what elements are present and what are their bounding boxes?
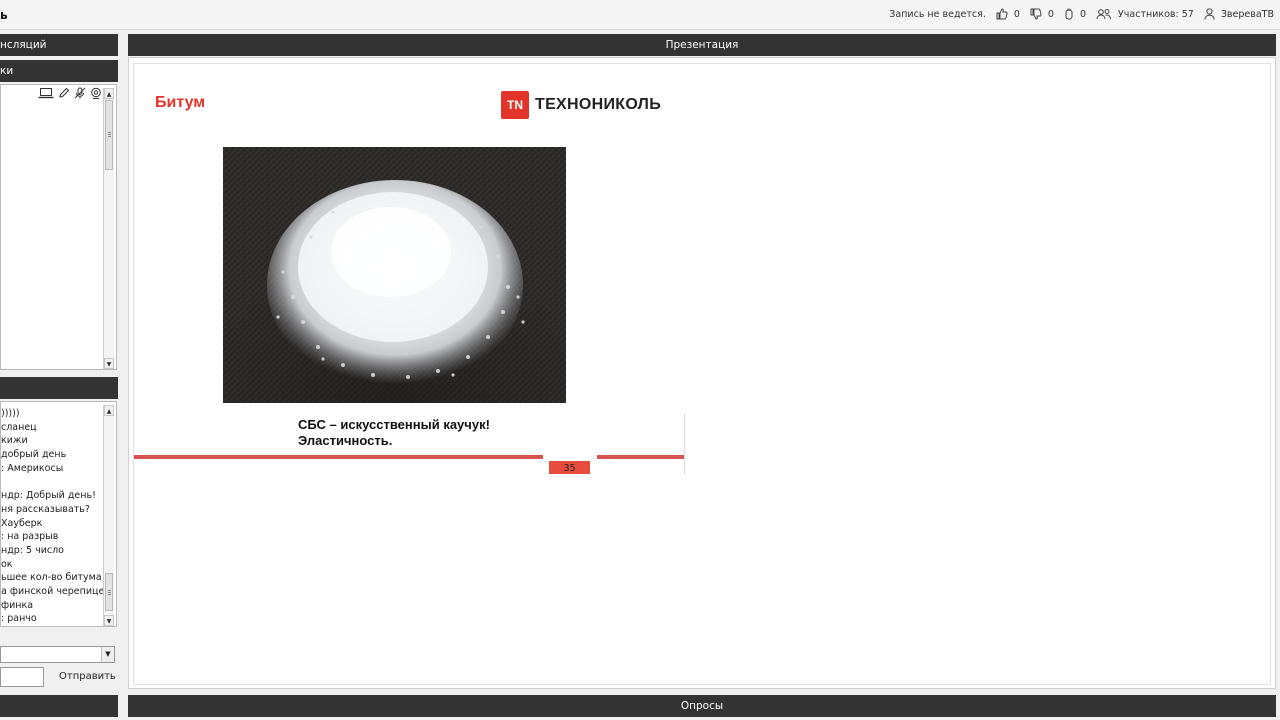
app-logo: ь: [0, 8, 8, 22]
hand-count: 0: [1079, 8, 1087, 20]
participants-counter[interactable]: Участников: 57: [1096, 8, 1194, 20]
chat-message: Хауберк: [1, 517, 43, 529]
recording-status: Запись не ведется.: [889, 8, 986, 20]
chat-message: ндр: 5 число: [1, 544, 64, 556]
like-count: 0: [1013, 8, 1020, 20]
microphone-icon[interactable]: [74, 87, 86, 99]
polls-title: Опросы: [680, 700, 724, 712]
scroll-grip: [108, 134, 111, 135]
chat-message: ))))): [1, 408, 20, 419]
dislike-counter[interactable]: 0: [1030, 8, 1054, 20]
granules-image: [223, 147, 566, 403]
slide-divider: [684, 414, 685, 474]
scroll-up-arrow[interactable]: ▲: [104, 405, 114, 416]
chat-panel: ))))) сланец кижи добрый день : Америкос…: [0, 401, 117, 627]
chat-message: ня рассказывать?: [1, 503, 90, 515]
speaker-tools: [38, 87, 102, 99]
speakers-title: ки: [0, 65, 14, 77]
speakers-scrollbar[interactable]: ▲ ▼: [103, 88, 114, 369]
slide-title: Битум: [155, 94, 206, 111]
scroll-down-arrow[interactable]: ▼: [104, 358, 114, 369]
like-counter[interactable]: 0: [996, 8, 1020, 20]
slide-photo: [223, 147, 566, 403]
chat-message: ндр: Добрый день!: [1, 490, 96, 502]
recipient-select[interactable]: ▼: [0, 646, 115, 663]
people-icon: [1096, 9, 1112, 20]
scroll-up-arrow[interactable]: ▲: [104, 88, 114, 99]
thumbs-down-icon: [1030, 8, 1042, 20]
presentation-title: Презентация: [665, 39, 739, 51]
chat-message: [1, 475, 105, 489]
caption-line-2: Эластичность.: [298, 433, 393, 448]
scroll-down-arrow[interactable]: ▼: [104, 615, 114, 626]
thumbs-up-icon: [996, 8, 1008, 20]
user-icon: [1204, 8, 1215, 20]
broadcasts-header[interactable]: нсляций: [0, 34, 118, 56]
scroll-thumb[interactable]: [105, 573, 113, 611]
user-menu[interactable]: ЗвереваТВ: [1204, 8, 1274, 20]
laptop-icon[interactable]: [38, 87, 54, 99]
session-stats: Запись не ведется. 0 0 0 Участников: 57 …: [879, 8, 1274, 20]
chat-message: финка: [1, 599, 34, 611]
chat-message: кижи: [1, 435, 28, 447]
scroll-grip: [108, 592, 111, 593]
slide-page-number: 35: [549, 461, 590, 474]
footer-line-right: [597, 455, 684, 459]
chat-message-input[interactable]: [0, 667, 44, 687]
scroll-grip: [108, 136, 111, 137]
brand-name: ТЕХНОНИКОЛЬ: [535, 96, 662, 113]
chat-message: сланец: [1, 421, 37, 433]
pencil-icon[interactable]: [58, 87, 70, 99]
presentation-header[interactable]: Презентация: [128, 34, 1276, 56]
speakers-header[interactable]: ки: [0, 60, 118, 82]
chat-header[interactable]: [0, 377, 118, 399]
brand-mark-icon: TN: [501, 91, 529, 119]
left-bottom-header[interactable]: [0, 695, 118, 717]
webcam-icon[interactable]: [90, 87, 102, 99]
chat-messages: ))))) сланец кижи добрый день : Америкос…: [1, 407, 105, 626]
slide-caption: СБС – искусственный каучук! Эластичность…: [298, 417, 490, 449]
chat-scrollbar[interactable]: ▲ ▼: [103, 405, 114, 626]
caption-line-1: СБС – искусственный каучук!: [298, 417, 490, 432]
broadcasts-title: нсляций: [0, 39, 47, 51]
raised-hands-counter[interactable]: 0: [1064, 8, 1086, 20]
brand-logo: TN ТЕХНОНИКОЛЬ: [501, 91, 661, 119]
participants-text: Участников: 57: [1118, 8, 1194, 20]
chevron-down-icon[interactable]: ▼: [101, 647, 114, 662]
chat-message: ок: [1, 558, 13, 570]
chat-message: ьшее кол-во битума: [1, 572, 102, 584]
scroll-grip: [108, 594, 111, 595]
user-name: ЗвереваТВ: [1220, 8, 1274, 20]
scroll-grip: [108, 590, 111, 591]
speakers-panel: ▲ ▼: [0, 84, 117, 370]
chat-message: : на разрыв: [1, 531, 59, 543]
dislike-count: 0: [1047, 8, 1054, 20]
footer-line-left: [134, 455, 543, 459]
chat-message: : Америкосы: [1, 462, 64, 474]
chat-message: добрый день: [1, 449, 67, 461]
polls-header[interactable]: Опросы: [128, 695, 1276, 717]
send-button[interactable]: Отправить: [59, 671, 116, 682]
chat-message: : ранчо: [1, 613, 37, 625]
hand-icon: [1065, 8, 1073, 20]
chat-message: а финской черепице?: [1, 585, 105, 597]
scroll-thumb[interactable]: [105, 100, 113, 170]
scroll-grip: [108, 132, 111, 133]
top-bar: ь Запись не ведется. 0 0 0 Участников: 5…: [0, 0, 1280, 30]
